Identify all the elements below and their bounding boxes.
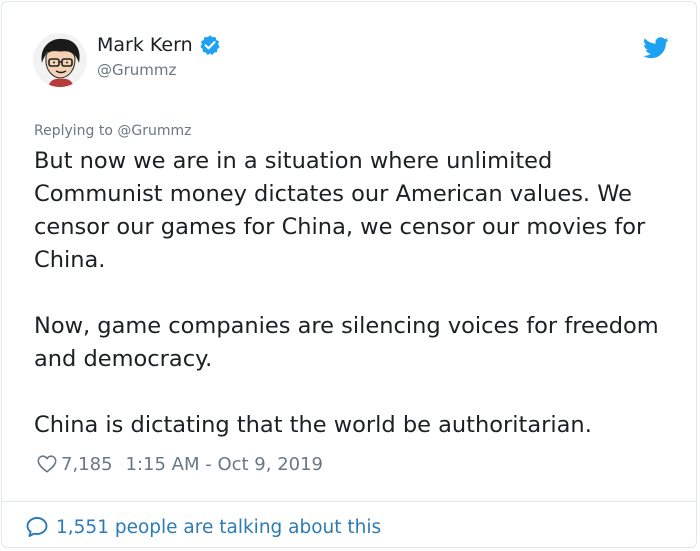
avatar-illustration [33, 33, 87, 87]
author-display-name[interactable]: Mark Kern [97, 34, 221, 56]
speech-bubble-icon [26, 517, 48, 537]
tweet-paragraph: China is dictating that the world be aut… [34, 412, 592, 438]
twitter-bird-icon[interactable] [643, 37, 669, 59]
footer-divider [2, 501, 696, 502]
author-handle[interactable]: @Grummz [97, 61, 176, 79]
heart-icon[interactable] [36, 453, 58, 475]
tweet-paragraph: Now, game companies are silencing voices… [34, 313, 659, 372]
conversation-link[interactable]: 1,551 people are talking about this [25, 515, 381, 539]
tweet-card: Mark Kern @Grummz Replying to @Grummz Bu… [1, 1, 697, 548]
author-name-text: Mark Kern [97, 34, 193, 56]
avatar[interactable] [33, 33, 87, 87]
verified-badge-icon [200, 35, 220, 56]
tweet-timestamp[interactable]: 1:15 AM - Oct 9, 2019 [126, 454, 323, 475]
tweet-paragraph: But now we are in a situation where unli… [34, 148, 646, 273]
conversation-link-text: 1,551 people are talking about this [56, 516, 382, 538]
tweet-text: But now we are in a situation where unli… [34, 145, 674, 442]
replying-to-label[interactable]: Replying to @Grummz [34, 123, 191, 139]
tweet-meta: 7,185 1:15 AM - Oct 9, 2019 [36, 453, 323, 475]
like-count[interactable]: 7,185 [61, 454, 113, 475]
